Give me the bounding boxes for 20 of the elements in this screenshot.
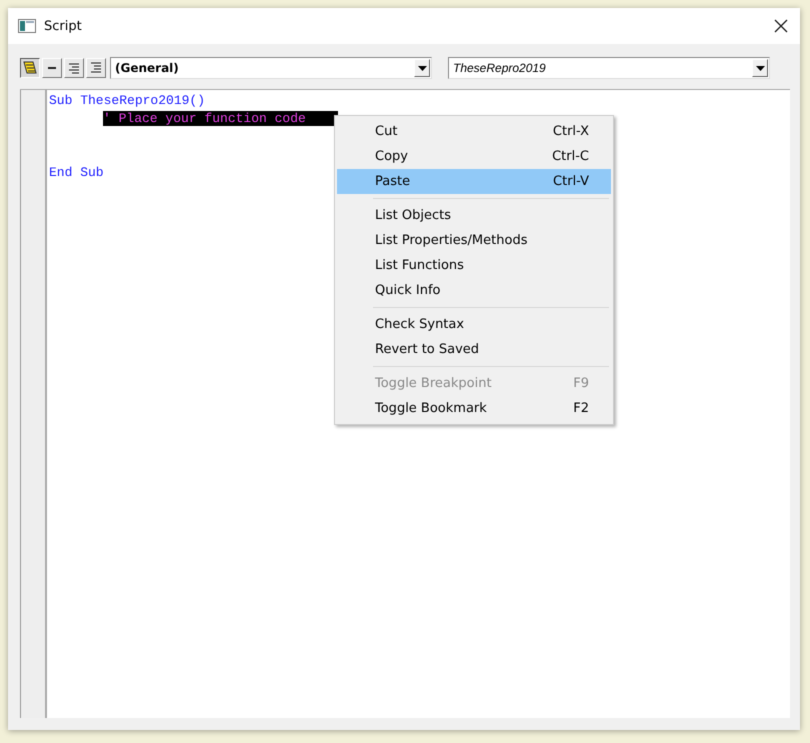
scroll-icon [22,60,38,76]
menu-item[interactable]: Cut Ctrl-X [337,119,611,144]
code-line: End Sub [49,165,104,180]
menu-item[interactable]: List Objects [337,203,611,228]
menu-item[interactable]: List Functions [337,253,611,278]
menu-item[interactable]: Toggle Bookmark F2 [337,396,611,421]
window-title: Script [44,18,82,34]
menu-item[interactable]: List Properties/Methods [337,228,611,253]
close-icon[interactable] [774,19,788,33]
window-icon [18,19,36,33]
code-line: Sub TheseRepro2019() [49,93,206,108]
code-comment: ' Place your function code [103,111,338,126]
object-dropdown[interactable]: (General) [110,57,432,79]
toolbar-button[interactable] [20,58,40,78]
menu-item[interactable]: Check Syntax [337,312,611,337]
menu-item[interactable]: Paste Ctrl-V [337,169,611,194]
procedure-dropdown[interactable]: TheseRepro2019 [448,57,770,79]
menu-item[interactable]: Revert to Saved [337,337,611,362]
menu-item[interactable]: Quick Info [337,278,611,303]
menu-item[interactable]: Copy Ctrl-C [337,144,611,169]
